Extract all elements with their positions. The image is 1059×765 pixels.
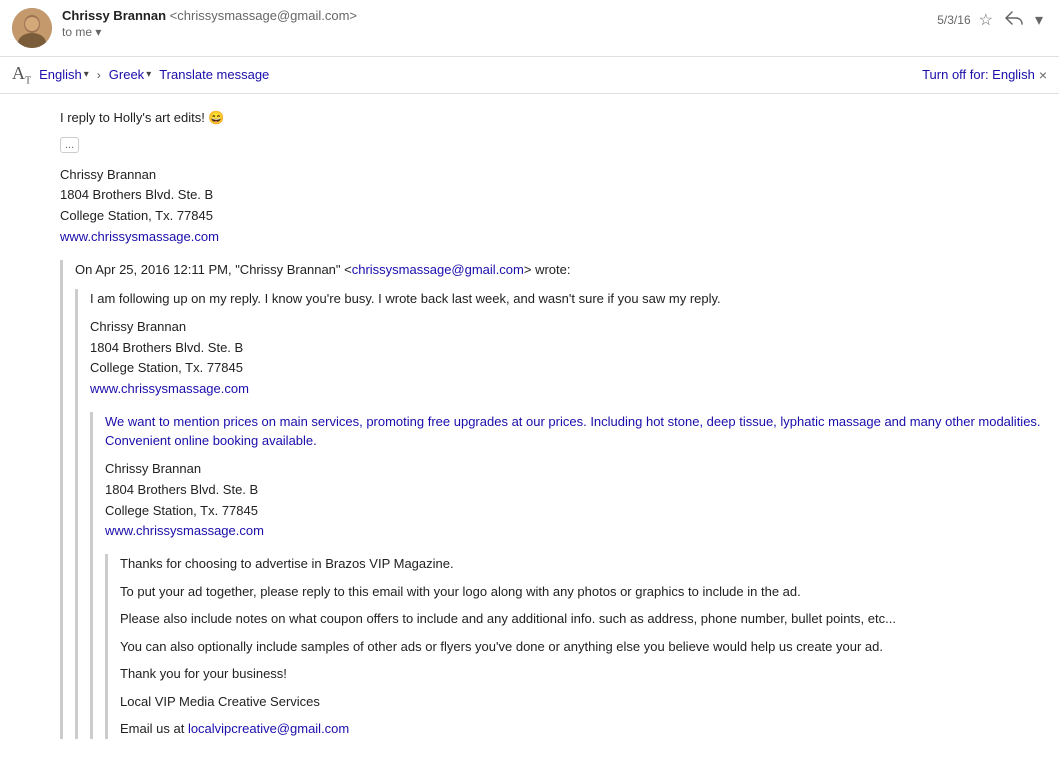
to-language-button[interactable]: Greek ▾ <box>109 67 151 82</box>
sig2-address1: 1804 Brothers Blvd. Ste. B <box>90 338 1043 359</box>
translate-icon: AT <box>12 63 31 87</box>
sig2-name: Chrissy Brannan <box>90 317 1043 338</box>
signature-block-3: Chrissy Brannan 1804 Brothers Blvd. Ste.… <box>105 459 1043 542</box>
reply-intro: I reply to Holly's art edits! 😄 <box>60 110 1043 126</box>
sig3-address2: College Station, Tx. 77845 <box>105 501 1043 522</box>
sender-email: <chrissysmassage@gmail.com> <box>170 8 357 23</box>
sig3-name: Chrissy Brannan <box>105 459 1043 480</box>
translate-message-link[interactable]: Translate message <box>159 67 269 82</box>
to-dropdown[interactable]: ▾ <box>95 25 101 39</box>
header-actions: 5/3/16 ☆ ▾ <box>937 8 1047 32</box>
sig1-name: Chrissy Brannan <box>60 165 1043 186</box>
email-date: 5/3/16 <box>937 13 970 27</box>
signature-block-2: Chrissy Brannan 1804 Brothers Blvd. Ste.… <box>90 317 1043 400</box>
to-me-line: to me ▾ <box>62 25 937 39</box>
brazos-line1: Thanks for choosing to advertise in Braz… <box>120 554 1043 574</box>
star-button[interactable]: ☆ <box>975 8 997 32</box>
quote-intro: On Apr 25, 2016 12:11 PM, "Chrissy Brann… <box>75 260 1043 280</box>
translate-bar: AT English ▾ › Greek ▾ Translate message… <box>0 57 1059 94</box>
from-language-button[interactable]: English ▾ <box>39 67 89 82</box>
signature-block-1: Chrissy Brannan 1804 Brothers Blvd. Ste.… <box>60 165 1043 248</box>
sig2-address2: College Station, Tx. 77845 <box>90 358 1043 379</box>
translate-close-button[interactable]: × <box>1039 67 1047 83</box>
brazos-email-line: Email us at localvipcreative@gmail.com <box>120 719 1043 739</box>
sender-name: Chrissy Brannan <box>62 8 166 23</box>
more-button[interactable]: ▾ <box>1031 8 1047 32</box>
brazos-line5: Thank you for your business! <box>120 664 1043 684</box>
email-header: Chrissy Brannan <chrissysmassage@gmail.c… <box>0 0 1059 57</box>
sig1-url[interactable]: www.chrissysmassage.com <box>60 229 219 244</box>
brazos-line2: To put your ad together, please reply to… <box>120 582 1043 602</box>
double-nested-quote: We want to mention prices on main servic… <box>90 412 1043 739</box>
sig2-url[interactable]: www.chrissysmassage.com <box>90 381 249 396</box>
brazos-block: Thanks for choosing to advertise in Braz… <box>105 554 1043 739</box>
brazos-line6: Local VIP Media Creative Services <box>120 692 1043 712</box>
quoted-block-1: On Apr 25, 2016 12:11 PM, "Chrissy Brann… <box>60 260 1043 739</box>
sig1-address2: College Station, Tx. 77845 <box>60 206 1043 227</box>
email-body: I reply to Holly's art edits! 😄 ... Chri… <box>0 94 1059 765</box>
show-more-button[interactable]: ... <box>60 137 79 153</box>
services-text: We want to mention prices on main servic… <box>105 412 1043 451</box>
sender-info: Chrissy Brannan <chrissysmassage@gmail.c… <box>62 8 937 39</box>
quote-email-link[interactable]: chrissysmassage@gmail.com <box>352 262 524 277</box>
sig3-address1: 1804 Brothers Blvd. Ste. B <box>105 480 1043 501</box>
turn-off-section: Turn off for: English × <box>922 67 1047 83</box>
avatar <box>12 8 52 48</box>
nested-quote-1: I am following up on my reply. I know yo… <box>75 289 1043 738</box>
brazos-email-link[interactable]: localvipcreative@gmail.com <box>188 721 349 736</box>
turn-off-link[interactable]: Turn off for: English <box>922 67 1035 82</box>
reply-button[interactable] <box>1001 9 1027 32</box>
lang-arrow: › <box>97 68 101 82</box>
brazos-line3: Please also include notes on what coupon… <box>120 609 1043 629</box>
brazos-line4: You can also optionally include samples … <box>120 637 1043 657</box>
sig3-url[interactable]: www.chrissysmassage.com <box>105 523 264 538</box>
follow-up-text: I am following up on my reply. I know yo… <box>90 289 1043 309</box>
sig1-address1: 1804 Brothers Blvd. Ste. B <box>60 185 1043 206</box>
